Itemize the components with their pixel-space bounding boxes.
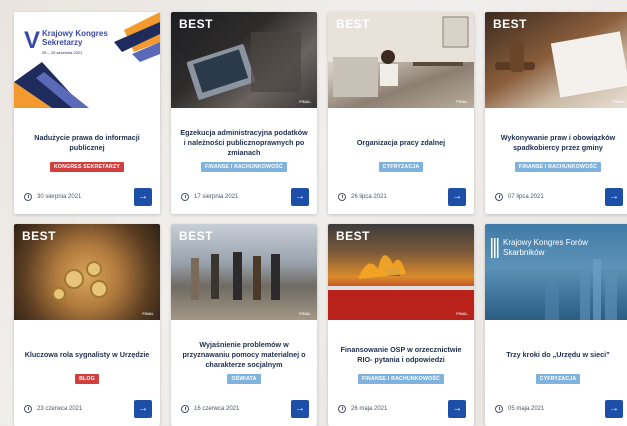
- publish-date: 30 sierpnia 2021: [37, 194, 82, 200]
- clock-icon: [181, 193, 189, 201]
- read-more-button[interactable]: →: [134, 400, 152, 418]
- read-more-button[interactable]: →: [291, 400, 309, 418]
- best-badge: BEST: [336, 229, 371, 243]
- category-tag[interactable]: FINANSE I RACHUNKOWOŚĆ: [201, 162, 287, 172]
- best-badge: BEST: [179, 229, 214, 243]
- clock-icon: [181, 405, 189, 413]
- best-badge: BEST: [336, 17, 371, 31]
- article-thumbnail[interactable]: BEST FINAL: [171, 224, 317, 320]
- clock-icon: [495, 193, 503, 201]
- article-thumbnail[interactable]: BEST FINAL: [328, 224, 474, 320]
- arrow-right-icon: →: [609, 191, 619, 202]
- arrow-right-icon: →: [295, 191, 305, 202]
- publish-date: 23 czerwca 2021: [37, 406, 83, 412]
- clock-icon: [24, 193, 32, 201]
- article-title[interactable]: Wykonywanie praw i obowiązków spadkobier…: [493, 128, 623, 158]
- category-tag[interactable]: OŚWIATA: [227, 374, 261, 384]
- kongres-sekretarzy-graphic: V: [14, 12, 160, 108]
- article-thumbnail[interactable]: BEST FINAL: [171, 12, 317, 108]
- publish-date: 26 maja 2021: [351, 406, 388, 412]
- read-more-button[interactable]: →: [448, 400, 466, 418]
- category-tag[interactable]: CYFRYZACJA: [378, 162, 424, 172]
- best-badge: BEST: [493, 17, 528, 31]
- article-thumbnail[interactable]: Krajowy Kongres Forów Skarbników: [485, 224, 627, 320]
- article-title[interactable]: Organizacja pracy zdalnej: [357, 128, 445, 158]
- article-card[interactable]: BEST FINAL Egzekucja administracyjna pod…: [171, 12, 317, 214]
- article-title[interactable]: Egzekucja administracyjna podatków i nal…: [179, 128, 309, 158]
- read-more-button[interactable]: →: [605, 400, 623, 418]
- thumb-mark: FINAL: [613, 99, 625, 104]
- read-more-button[interactable]: →: [605, 188, 623, 206]
- publish-date: 07 lipca 2021: [508, 194, 544, 200]
- article-title[interactable]: Nadużycie prawa do informacji publicznej: [22, 128, 152, 158]
- arrow-right-icon: →: [138, 403, 148, 414]
- arrow-right-icon: →: [609, 403, 619, 414]
- article-title[interactable]: Trzy kroki do „Urzędu w sieci”: [506, 340, 609, 370]
- read-more-button[interactable]: →: [448, 188, 466, 206]
- arrow-right-icon: →: [452, 403, 462, 414]
- category-tag[interactable]: FINANSE I RACHUNKOWOŚĆ: [515, 162, 601, 172]
- best-badge: BEST: [22, 229, 57, 243]
- article-card[interactable]: BEST FINAL Kluczowa rola sygnalisty w Ur…: [14, 224, 160, 426]
- publish-date: 05 maja 2021: [508, 406, 545, 412]
- article-title[interactable]: Wyjaśnienie problemów w przyznawaniu pom…: [179, 340, 309, 370]
- article-thumbnail[interactable]: BEST FINAL: [14, 224, 160, 320]
- article-card[interactable]: BEST FINAL Finansowanie OSP w orzecznict…: [328, 224, 474, 426]
- article-card[interactable]: BEST FINAL Organizacja pracy zdalnej CYF…: [328, 12, 474, 214]
- read-more-button[interactable]: →: [291, 188, 309, 206]
- thumbnail-heading: Krajowy Kongres Sekretarzy: [42, 29, 108, 47]
- publish-date: 17 sierpnia 2021: [194, 194, 239, 200]
- arrow-right-icon: →: [452, 191, 462, 202]
- best-badge: BEST: [179, 17, 214, 31]
- article-title[interactable]: Finansowanie OSP w orzecznictwie RIO- py…: [336, 340, 466, 370]
- article-card[interactable]: BEST FINAL Wykonywanie praw i obowiązków…: [485, 12, 627, 214]
- article-card[interactable]: Krajowy Kongres Forów Skarbników Trzy kr…: [485, 224, 627, 426]
- category-tag[interactable]: BLOG: [75, 374, 99, 384]
- article-card[interactable]: BEST FINAL Wyjaśnienie problemów w przyz…: [171, 224, 317, 426]
- clock-icon: [495, 405, 503, 413]
- articles-grid: V Krajowy Kongres Sekretarzy 28 – 29 wrz…: [14, 12, 627, 426]
- svg-text:V: V: [24, 27, 40, 54]
- thumbnail-subheading: 28 – 29 września 2021: [42, 50, 83, 55]
- thumb-mark: FINAL: [456, 99, 468, 104]
- article-title[interactable]: Kluczowa rola sygnalisty w Urzędzie: [25, 340, 150, 370]
- arrow-right-icon: →: [138, 191, 148, 202]
- thumbnail-heading: Krajowy Kongres Forów Skarbników: [503, 238, 588, 257]
- clock-icon: [338, 405, 346, 413]
- category-tag[interactable]: CYFRYZACJA: [535, 374, 581, 384]
- thumb-mark: FINAL: [456, 311, 468, 316]
- publish-date: 26 lipca 2021: [351, 194, 387, 200]
- category-tag[interactable]: FINANSE I RACHUNKOWOŚĆ: [358, 374, 444, 384]
- article-card[interactable]: V Krajowy Kongres Sekretarzy 28 – 29 wrz…: [14, 12, 160, 214]
- clock-icon: [24, 405, 32, 413]
- category-tag[interactable]: KONGRES SEKRETARZY: [49, 162, 125, 172]
- thumb-mark: FINAL: [142, 311, 154, 316]
- read-more-button[interactable]: →: [134, 188, 152, 206]
- thumb-mark: FINAL: [299, 99, 311, 104]
- arrow-right-icon: →: [295, 403, 305, 414]
- clock-icon: [338, 193, 346, 201]
- article-thumbnail[interactable]: V Krajowy Kongres Sekretarzy 28 – 29 wrz…: [14, 12, 160, 108]
- article-thumbnail[interactable]: BEST FINAL: [328, 12, 474, 108]
- article-thumbnail[interactable]: BEST FINAL: [485, 12, 627, 108]
- publish-date: 16 czerwca 2021: [194, 406, 240, 412]
- thumb-mark: FINAL: [299, 311, 311, 316]
